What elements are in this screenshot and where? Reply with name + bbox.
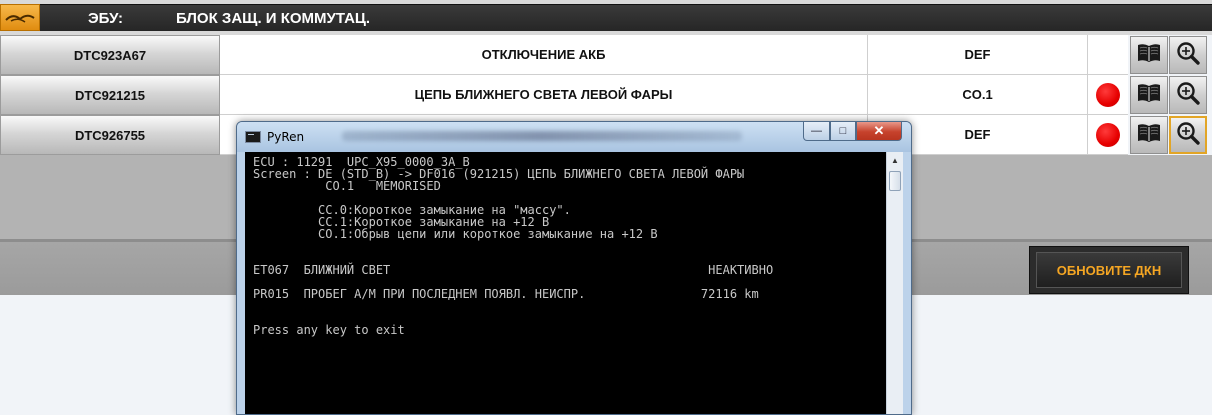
app-header: ЭБУ: БЛОК ЗАЩ. И КОММУТАЦ. (0, 0, 1212, 35)
indicator-cell (1088, 115, 1128, 155)
console-line: CO.1 MEMORISED (253, 179, 441, 193)
zoom-button[interactable] (1169, 116, 1207, 154)
book-button[interactable] (1130, 36, 1168, 74)
close-icon: ✕ (873, 123, 885, 138)
window-title-blurred (342, 131, 742, 141)
red-indicator-icon (1096, 82, 1120, 107)
refresh-dtc-button[interactable]: ОБНОВИТЕ ДКН (1029, 246, 1189, 294)
book-icon (1136, 42, 1162, 69)
console-icon (245, 131, 261, 143)
window-title: PyRen (267, 130, 305, 144)
book-button[interactable] (1130, 76, 1168, 114)
magnifier-icon (1175, 40, 1201, 71)
console-line: CO.1:Обрыв цепи или короткое замыкание н… (253, 227, 658, 241)
book-icon (1136, 82, 1162, 109)
magnifier-icon (1175, 80, 1201, 111)
ecu-label: ЭБУ: (88, 10, 124, 27)
console-line: Press any key to exit (253, 323, 405, 337)
minimize-button[interactable]: — (803, 122, 830, 141)
pyren-console-window[interactable]: PyRen — □ ✕ ECU : 11291 UPC_X95_0000_3A_… (236, 121, 912, 415)
indicator-cell (1088, 35, 1128, 75)
dtc-status: CO.1 (868, 75, 1088, 115)
dtc-code[interactable]: DTC926755 (0, 115, 220, 155)
table-row[interactable]: DTC923A67 ОТКЛЮЧЕНИЕ АКБ DEF (0, 35, 1212, 75)
bird-logo-icon[interactable] (0, 4, 40, 31)
scroll-thumb[interactable] (889, 171, 901, 191)
book-button[interactable] (1130, 116, 1168, 154)
dtc-description: ОТКЛЮЧЕНИЕ АКБ (220, 35, 868, 75)
zoom-button[interactable] (1169, 76, 1207, 114)
scroll-up-arrow-icon[interactable]: ▲ (887, 152, 903, 169)
console-scrollbar[interactable]: ▲ (886, 152, 903, 414)
console-output[interactable]: ECU : 11291 UPC_X95_0000_3A_B Screen : DE… (245, 152, 886, 414)
book-icon (1136, 122, 1162, 149)
dtc-status: DEF (868, 35, 1088, 75)
zoom-button[interactable] (1169, 36, 1207, 74)
refresh-dtc-label: ОБНОВИТЕ ДКН (1036, 252, 1182, 288)
maximize-icon: □ (839, 125, 847, 137)
minimize-icon: — (811, 125, 822, 137)
ecu-title: БЛОК ЗАЩ. И КОММУТАЦ. (176, 10, 371, 27)
magnifier-icon (1175, 120, 1201, 151)
dtc-code[interactable]: DTC921215 (0, 75, 220, 115)
dtc-code[interactable]: DTC923A67 (0, 35, 220, 75)
dtc-description: ЦЕПЬ БЛИЖНЕГО СВЕТА ЛЕВОЙ ФАРЫ (220, 75, 868, 115)
console-line: ET067 БЛИЖНИЙ СВЕТ НЕАКТИВНО (253, 263, 774, 277)
table-row[interactable]: DTC921215 ЦЕПЬ БЛИЖНЕГО СВЕТА ЛЕВОЙ ФАРЫ C… (0, 75, 1212, 115)
console-line: PR015 ПРОБЕГ А/М ПРИ ПОСЛЕДНЕМ ПОЯВЛ. НЕ… (253, 287, 759, 301)
indicator-cell (1088, 75, 1128, 115)
red-indicator-icon (1096, 122, 1120, 147)
close-button[interactable]: ✕ (856, 122, 902, 141)
maximize-button[interactable]: □ (830, 122, 856, 141)
